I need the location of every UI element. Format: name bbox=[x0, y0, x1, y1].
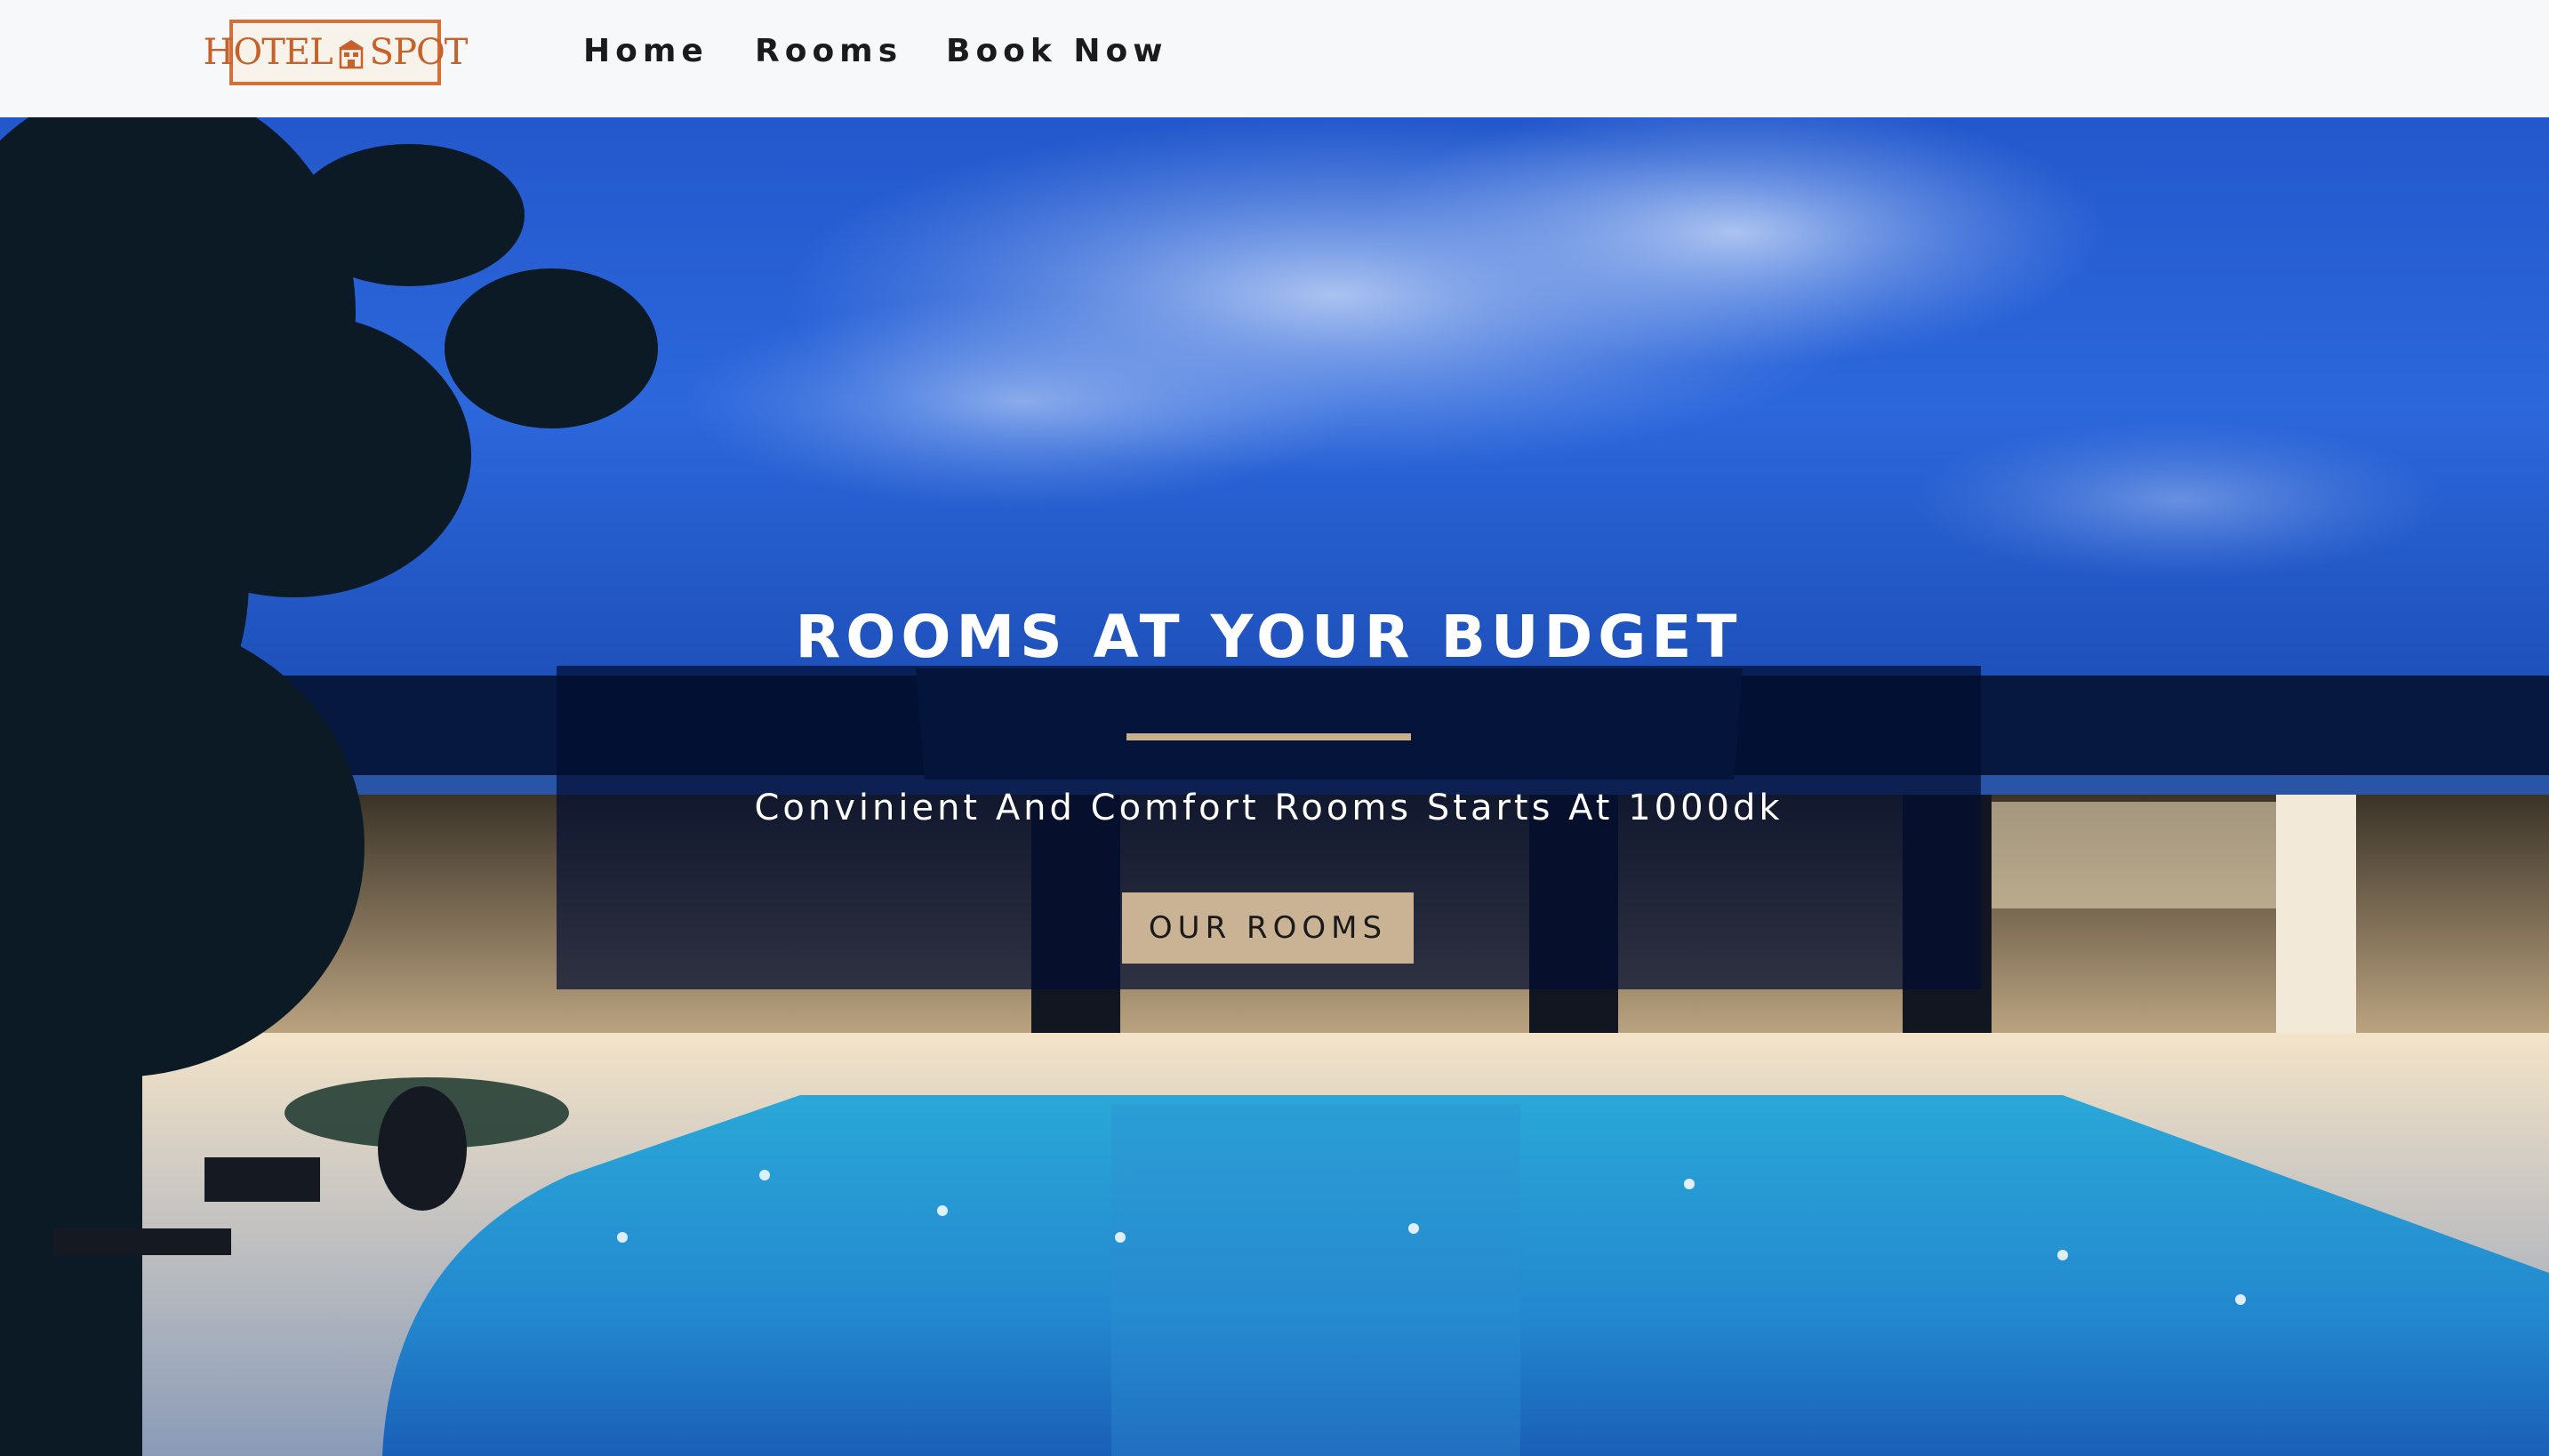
hotel-logo[interactable]: HOTEL SPOT bbox=[204, 20, 468, 85]
nav-home[interactable]: Home bbox=[583, 28, 709, 75]
hero-subtitle: Convinient And Comfort Rooms Starts At 1… bbox=[754, 788, 1783, 828]
logo-text-spot: SPOT bbox=[369, 32, 469, 73]
building-icon bbox=[338, 37, 365, 69]
our-rooms-button[interactable]: OUR ROOMS bbox=[1122, 892, 1414, 964]
nav-book-now[interactable]: Book Now bbox=[946, 28, 1168, 75]
nav-rooms[interactable]: Rooms bbox=[755, 28, 902, 75]
hero-divider bbox=[1126, 733, 1411, 740]
logo-text-hotel: HOTEL bbox=[203, 32, 333, 73]
hero-title: ROOMS AT YOUR BUDGET bbox=[795, 603, 1743, 671]
hero-section bbox=[0, 117, 2549, 1456]
navbar: HOTEL SPOT Home Rooms Book Now bbox=[0, 0, 2549, 117]
